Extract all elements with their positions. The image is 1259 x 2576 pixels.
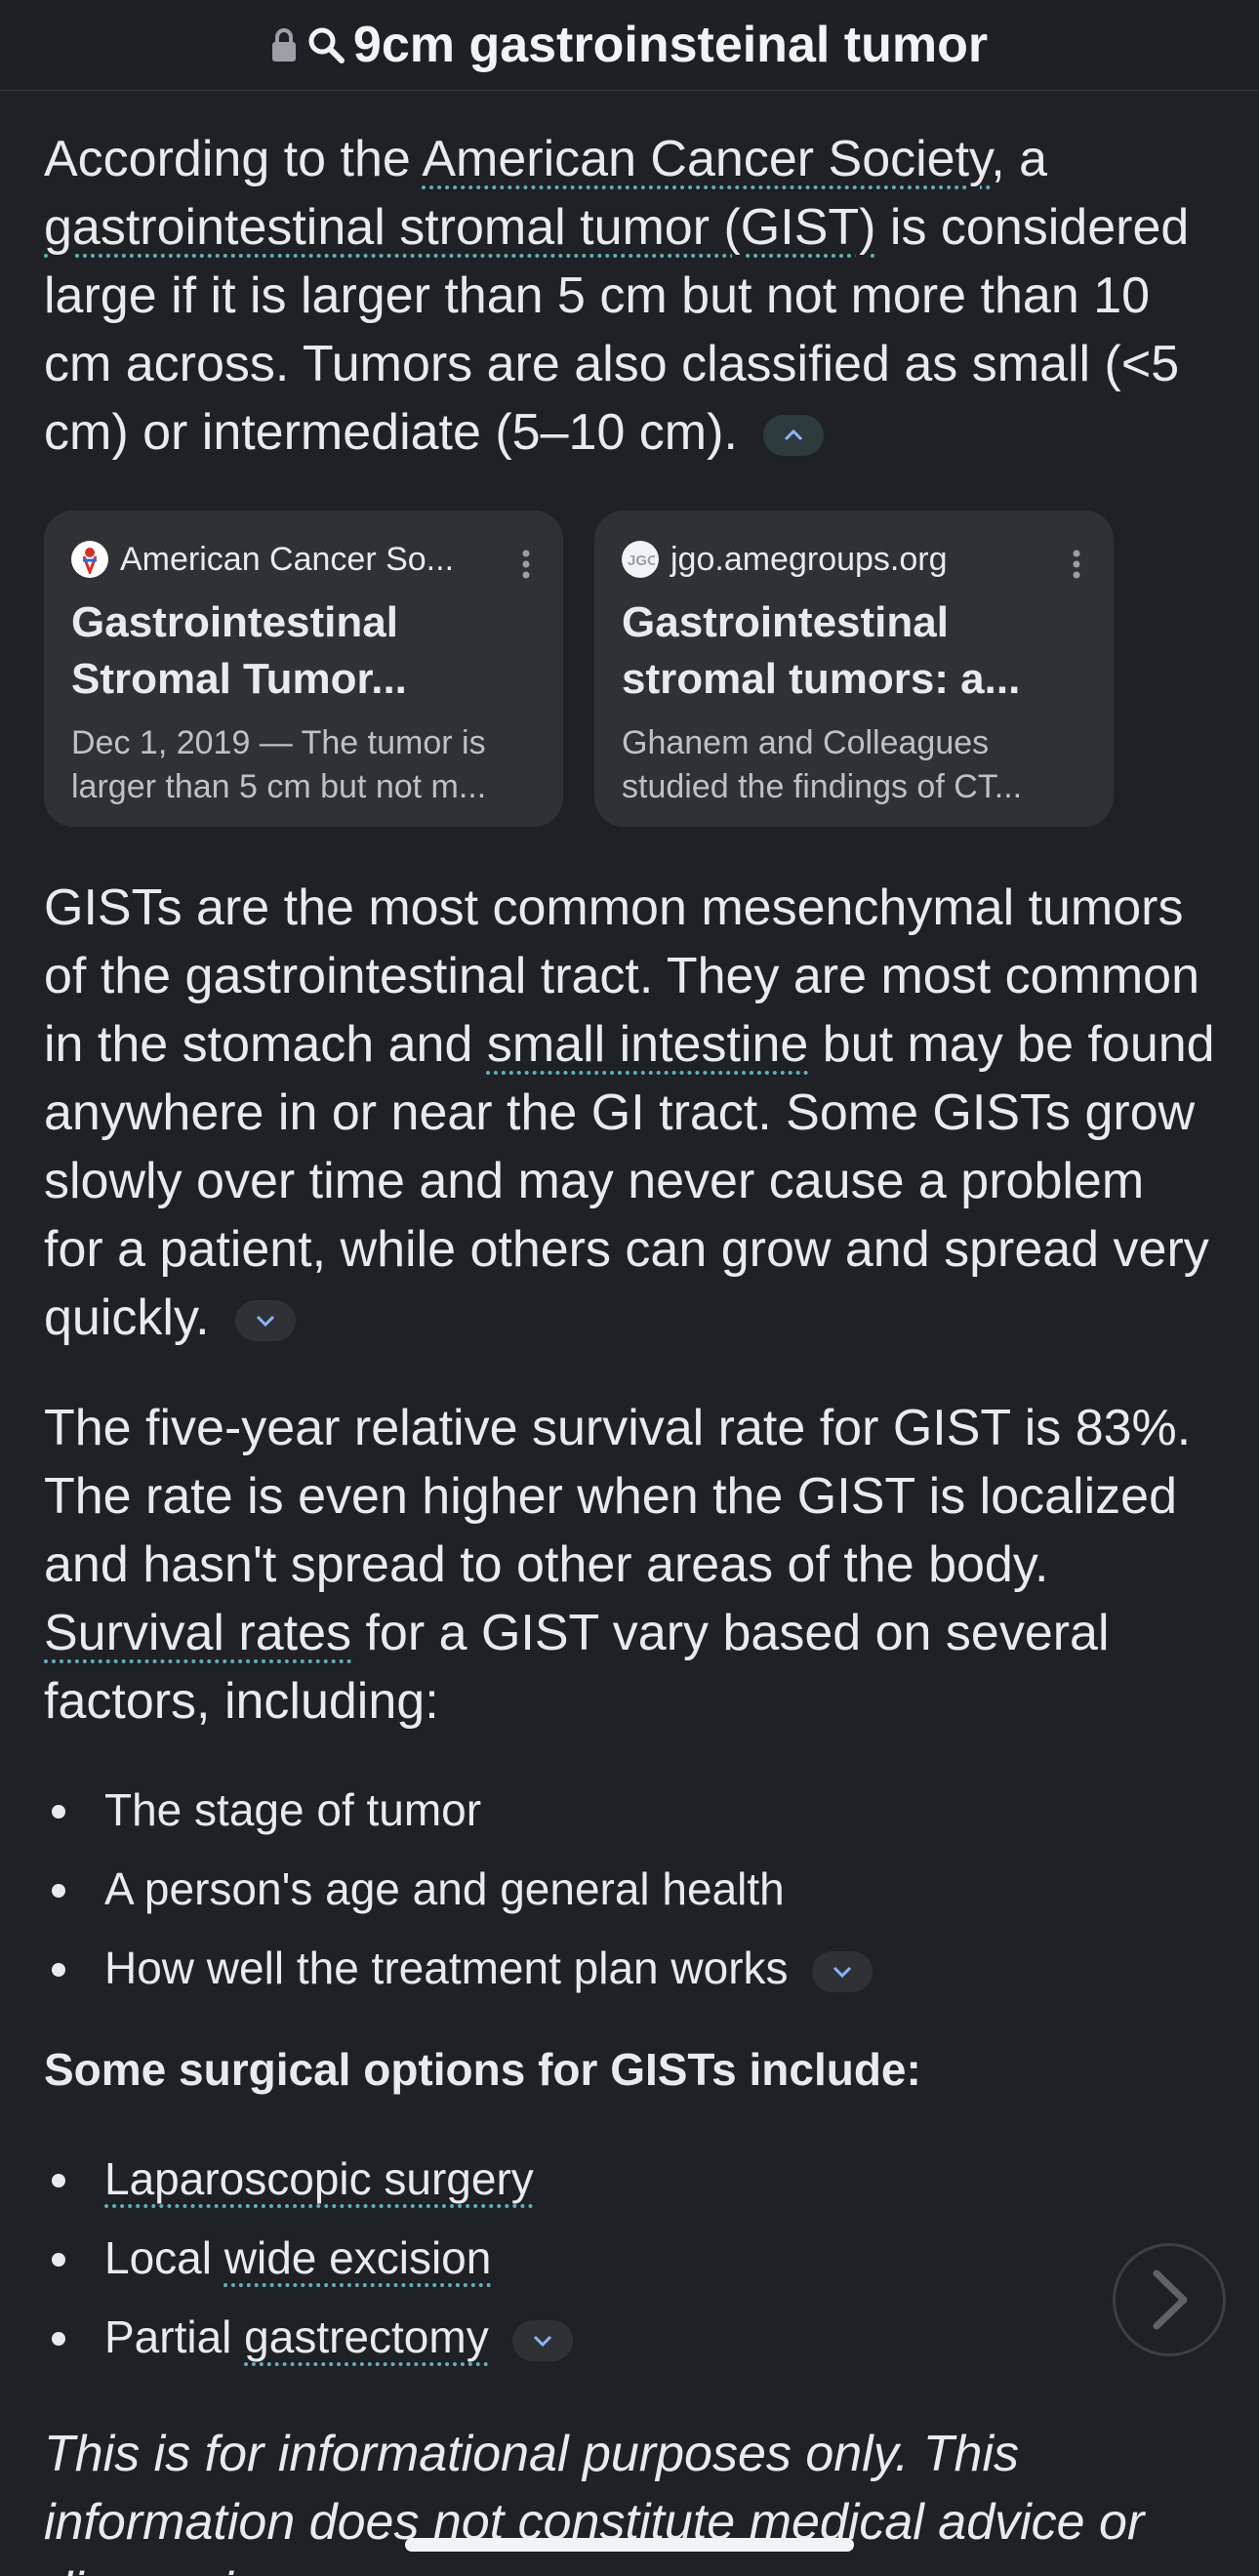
source-card-jgo[interactable]: JGO jgo.amegroups.org Gastrointestinal s… — [594, 511, 1114, 827]
card-snippet: Ghanem and Colleagues studied the findin… — [622, 724, 1023, 805]
intro-paragraph: According to the American Cancer Society… — [44, 125, 1215, 467]
list-item: Local wide excision — [44, 2219, 1215, 2298]
chevron-down-icon — [534, 2335, 552, 2347]
list-item-text: How well the treatment plan works — [104, 1942, 789, 1993]
card-snippet: Dec 1, 2019 — The tumor is larger than 5… — [71, 724, 487, 805]
kebab-menu-icon[interactable] — [522, 550, 530, 579]
survival-info: The five-year relative survival rate for… — [44, 1394, 1215, 1736]
text-segment: The five-year relative survival rate for… — [44, 1400, 1192, 1593]
link-survival-rates[interactable]: Survival rates — [44, 1605, 351, 1661]
disclaimer-container: This is for informational purposes only.… — [44, 2420, 1215, 2576]
factors-list: The stage of tumor A person's age and ge… — [44, 1771, 1215, 2008]
link-gastrectomy[interactable]: gastrectomy — [244, 2311, 489, 2362]
list-item-text: A person's age and general health — [104, 1863, 785, 1914]
collapse-button[interactable] — [763, 415, 825, 457]
chevron-down-icon — [833, 1966, 852, 1978]
chevron-up-icon — [785, 429, 803, 441]
factors-list-container: The stage of tumor A person's age and ge… — [44, 1771, 1215, 2008]
list-item: A person's age and general health — [44, 1850, 1215, 1929]
gist-description: GISTs are the most common mesenchymal tu… — [44, 874, 1215, 1352]
jgo-logo-icon: JGO — [622, 541, 659, 578]
surgical-list-container: Laparoscopic surgery Local wide excision… — [44, 2140, 1215, 2377]
next-button[interactable] — [1113, 2243, 1226, 2356]
chevron-down-icon — [256, 1316, 275, 1328]
expand-button[interactable] — [812, 1950, 873, 1992]
card-title: Gastrointestinal stromal tumors: a... — [622, 598, 1021, 703]
list-item: Laparoscopic surgery — [44, 2140, 1215, 2219]
svg-text:JGO: JGO — [628, 552, 655, 569]
home-indicator[interactable] — [405, 2538, 854, 2552]
link-gist[interactable]: gastrointestinal stromal tumor (GIST) — [44, 199, 875, 256]
list-item-text: Partial — [104, 2311, 245, 2362]
chevron-right-icon — [1153, 2269, 1188, 2330]
query-bar[interactable]: 9cm gastroinsteinal tumor — [0, 0, 1259, 91]
disclaimer-text: This is for informational purposes only.… — [44, 2426, 1145, 2576]
answer-intro: According to the American Cancer Society… — [44, 125, 1215, 467]
surgical-heading-container: Some surgical options for GISTs include: — [44, 2043, 1215, 2096]
list-item: How well the treatment plan works — [44, 1929, 1215, 2008]
link-american-cancer-society[interactable]: American Cancer Society — [422, 131, 991, 187]
text-segment: According to the — [44, 131, 423, 187]
card-title: Gastrointestinal Stromal Tumor... — [71, 598, 407, 703]
surgical-list: Laparoscopic surgery Local wide excision… — [44, 2140, 1215, 2377]
list-item-text: The stage of tumor — [104, 1784, 482, 1835]
source-cards: American Cancer So... Gastrointestinal S… — [44, 511, 1114, 827]
kebab-menu-icon[interactable] — [1073, 550, 1080, 579]
expand-button[interactable] — [512, 2319, 574, 2361]
description-paragraph: GISTs are the most common mesenchymal tu… — [44, 874, 1215, 1352]
list-item: The stage of tumor — [44, 1771, 1215, 1850]
search-icon — [306, 25, 345, 64]
link-small-intestine[interactable]: small intestine — [487, 1016, 808, 1073]
query-text: 9cm gastroinsteinal tumor — [352, 17, 989, 73]
card-source: jgo.amegroups.org — [670, 540, 948, 578]
surgical-heading: Some surgical options for GISTs include: — [44, 2044, 921, 2095]
lock-icon — [271, 27, 297, 62]
list-item: Partial gastrectomy — [44, 2298, 1215, 2377]
acs-logo-icon — [71, 541, 108, 578]
text-segment: , a — [991, 131, 1048, 187]
expand-button[interactable] — [235, 1300, 296, 1342]
link-wide-excision[interactable]: wide excision — [224, 2232, 492, 2283]
list-item-text: Local — [104, 2232, 224, 2283]
source-card-acs[interactable]: American Cancer So... Gastrointestinal S… — [44, 511, 563, 827]
card-source: American Cancer So... — [120, 540, 455, 578]
link-laparoscopic-surgery[interactable]: Laparoscopic surgery — [104, 2153, 534, 2204]
survival-paragraph: The five-year relative survival rate for… — [44, 1394, 1215, 1736]
